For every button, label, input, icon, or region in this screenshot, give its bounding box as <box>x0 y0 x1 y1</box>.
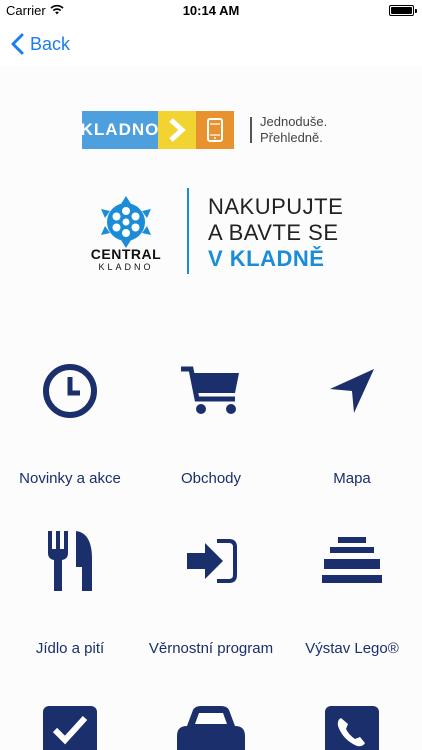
checkbox-icon <box>43 706 97 750</box>
menu-label: Mapa <box>333 470 371 487</box>
menu-item-mapa[interactable]: Mapa <box>282 356 422 487</box>
back-label: Back <box>30 33 71 54</box>
menu-label: Jídlo a pití <box>35 640 105 657</box>
menu-label: Věrnostní program <box>148 640 274 657</box>
divider <box>250 117 252 143</box>
menu-item-lego[interactable]: Výstav Lego® <box>282 526 422 657</box>
kladno-logo: KLADNO <box>81 111 158 149</box>
menu-label: Obchody <box>180 470 242 487</box>
shopping-cart-icon <box>141 356 281 426</box>
central-slogan-line2: A BAVTE SE <box>208 220 339 245</box>
lego-stack-icon <box>282 526 422 596</box>
sign-in-icon <box>141 526 281 596</box>
menu-item-checkbox[interactable] <box>0 704 140 750</box>
central-slogan-line3: V KLADNĚ <box>208 246 325 271</box>
divider <box>187 188 189 274</box>
kladno-slogan-line1: Jednoduše. <box>260 114 328 129</box>
tablet-icon <box>196 111 234 149</box>
menu-item-phone[interactable] <box>282 704 422 750</box>
battery-icon <box>389 5 417 16</box>
menu-label: Výstav Lego® <box>305 640 399 657</box>
phone-icon <box>325 706 379 750</box>
car-icon <box>177 706 245 750</box>
chevron-left-icon <box>11 33 24 55</box>
status-bar: Carrier 10:14 AM <box>0 0 422 22</box>
content-area: KLADNO Jednoduše. Přehledně. CENTRAL KLA… <box>0 66 422 750</box>
menu-item-novinky[interactable]: Novinky a akce <box>0 356 140 487</box>
central-subname: KLADNO <box>98 262 154 272</box>
back-button[interactable]: Back <box>10 32 70 56</box>
menu-item-obchody[interactable]: Obchody <box>141 356 281 487</box>
central-slogan-line1: NAKUPUJTE <box>208 194 344 219</box>
menu-label: Novinky a akce <box>19 470 121 487</box>
navigation-bar: Back <box>0 22 422 66</box>
navigation-arrow-icon <box>282 356 422 426</box>
clock-icon <box>0 356 140 426</box>
chevron-right-icon <box>158 111 196 149</box>
kladno-slogan-line2: Přehledně. <box>260 130 323 145</box>
status-time: 10:14 AM <box>182 3 240 18</box>
fork-knife-icon <box>0 526 140 596</box>
central-name: CENTRAL <box>90 246 162 262</box>
menu-item-car[interactable] <box>141 704 281 750</box>
menu-item-vernostni[interactable]: Věrnostní program <box>141 526 281 657</box>
menu-item-jidlo[interactable]: Jídlo a pití <box>0 526 140 657</box>
kladno-banner: KLADNO Jednoduše. Přehledně. <box>81 111 327 149</box>
kladno-slogan: Jednoduše. Přehledně. <box>260 114 327 146</box>
